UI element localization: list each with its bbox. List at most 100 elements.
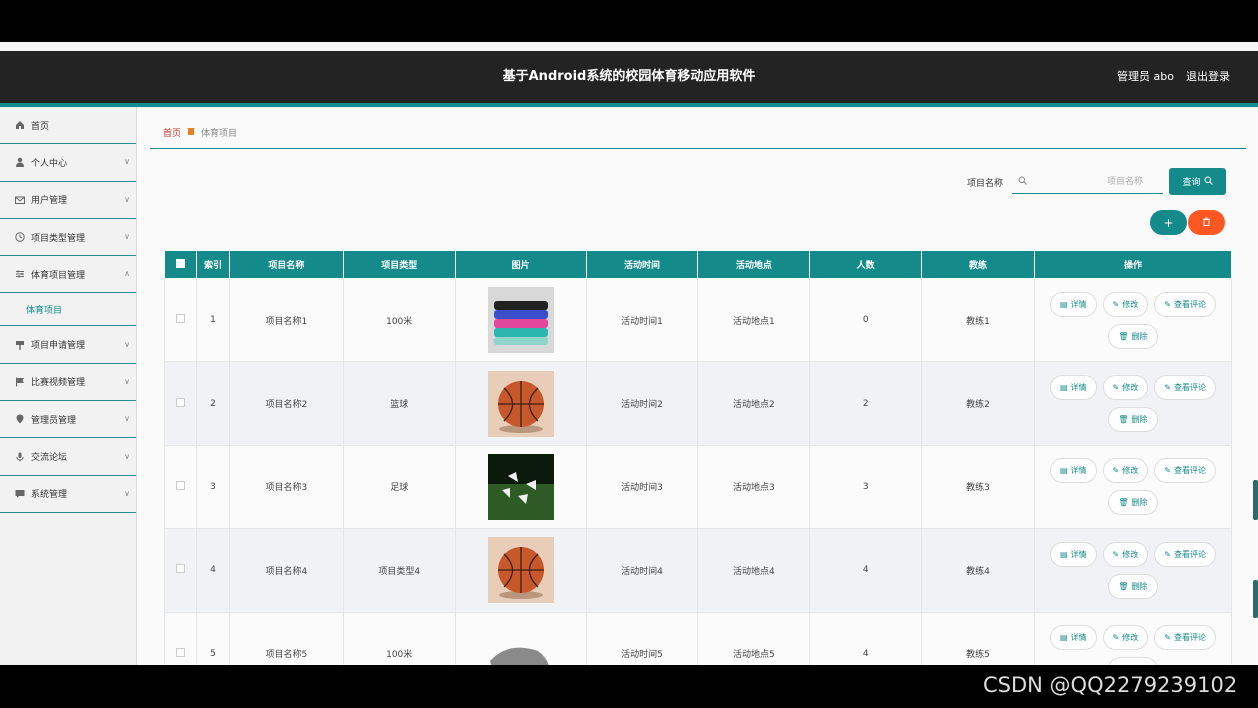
detail-button[interactable]: ▤ 详情	[1049, 458, 1097, 484]
sidebar-item-project-types[interactable]: 项目类型管理 ∨	[0, 219, 136, 257]
cell-time: 活动时间4	[585, 528, 699, 613]
delete-button[interactable]: 🗑删除	[1108, 323, 1158, 349]
col-header: 活动时间	[585, 250, 699, 279]
app-header: 基于Android系统的校园体育移动应用软件 管理员 abo 退出登录	[0, 51, 1258, 103]
edit-button[interactable]: ✎ 修改	[1102, 541, 1149, 567]
row-checkbox[interactable]	[175, 647, 185, 657]
project-image	[487, 287, 554, 354]
table-row: 2 项目名称2 篮球 活动时间2 活动地点2 2 教练2 ▤ 详情 ✎ 修改 ✎ 查看评论 🗑 删除	[164, 361, 1233, 446]
main-content: 首页 体育项目 项目名称 查询 + 索引 项目名称 项目类型 图片 活动时间 活…	[137, 107, 1258, 665]
view-comments-button[interactable]: ✎ 查看评论	[1154, 458, 1216, 484]
clock-icon	[15, 232, 25, 242]
cell-count: 3	[809, 444, 923, 530]
row-checkbox[interactable]	[175, 397, 185, 407]
pencil-icon: ✎	[1164, 299, 1171, 309]
comments-label: 查看评论	[1173, 633, 1206, 643]
pin-icon	[15, 414, 25, 424]
project-image	[487, 620, 554, 665]
batch-delete-button[interactable]	[1188, 210, 1225, 235]
sidebar-item-sports-projects[interactable]: 体育项目管理 ∧	[0, 256, 136, 294]
cell-index: 1	[195, 277, 230, 363]
mail-icon	[15, 195, 25, 205]
chevron-down-icon: ∨	[124, 157, 130, 167]
detail-button[interactable]: ▤ 详情	[1049, 291, 1097, 317]
cell-actions: ▤详情✎修改✎查看评论 🗑删除	[1033, 528, 1233, 613]
sidebar-item-personal[interactable]: 个人中心 ∨	[0, 144, 136, 182]
cell-index: 5	[195, 611, 230, 665]
breadcrumb-home[interactable]: 首页	[163, 126, 181, 139]
cell-name: 项目名称3	[228, 444, 344, 530]
cell-name: 项目名称2	[228, 361, 344, 446]
query-button[interactable]: 查询	[1169, 168, 1226, 195]
sidebar-item-videos[interactable]: 比赛视频管理 ∨	[0, 364, 136, 402]
edit-button[interactable]: ✎ 修改	[1102, 375, 1149, 401]
home-icon	[15, 120, 25, 130]
view-comments-button[interactable]: ✎ 查看评论	[1154, 625, 1216, 651]
row-checkbox[interactable]	[175, 564, 185, 574]
document-icon: ▤	[1059, 299, 1068, 309]
delete-button[interactable]: 🗑删除	[1108, 407, 1158, 433]
cell-coach: 教练2	[921, 361, 1035, 446]
chevron-down-icon: ∨	[124, 488, 130, 498]
cell-time: 活动时间5	[585, 611, 699, 665]
sidebar-item-home[interactable]: 首页	[0, 107, 136, 145]
sidebar-item-forum[interactable]: 交流论坛 ∨	[0, 438, 136, 476]
row-checkbox[interactable]	[175, 480, 185, 490]
delete-button[interactable]: 🗑删除	[1108, 490, 1158, 516]
cell-image	[454, 611, 587, 665]
detail-button[interactable]: ▤ 详情	[1049, 375, 1097, 401]
project-image	[487, 453, 554, 520]
detail-button[interactable]: ▤ 详情	[1049, 541, 1097, 567]
chevron-down-icon: ∨	[124, 339, 130, 349]
sidebar-item-label: 用户管理	[31, 196, 68, 207]
search-input[interactable]	[1032, 173, 1157, 191]
detail-button[interactable]: ▤ 详情	[1049, 625, 1097, 651]
view-comments-button[interactable]: ✎ 查看评论	[1154, 541, 1216, 567]
delete-button[interactable]: 🗑删除	[1108, 573, 1158, 599]
add-button[interactable]: +	[1150, 210, 1187, 235]
top-strip	[0, 42, 1258, 51]
comments-label: 查看评论	[1173, 466, 1206, 476]
sidebar-subitem-sports-project[interactable]: 体育项目	[0, 293, 136, 327]
cell-count: 4	[809, 611, 923, 665]
select-all-checkbox[interactable]	[175, 258, 185, 268]
sidebar-item-admins[interactable]: 管理员管理 ∨	[0, 401, 136, 439]
row-select-cell	[164, 611, 197, 665]
trash-icon: 🗑	[1118, 581, 1129, 591]
edit-label: 修改	[1122, 466, 1139, 476]
view-comments-button[interactable]: ✎ 查看评论	[1154, 375, 1216, 401]
sidebar-item-system[interactable]: 系统管理 ∨	[0, 476, 136, 513]
edit-button[interactable]: ✎ 修改	[1102, 625, 1149, 651]
delete-label: 删除	[1131, 498, 1148, 508]
row-select-cell	[164, 361, 197, 446]
cell-type: 100米	[342, 277, 456, 363]
edit-button[interactable]: ✎ 修改	[1102, 291, 1149, 317]
pencil-icon: ✎	[1112, 466, 1120, 476]
cell-place: 活动地点1	[697, 277, 811, 363]
cell-actions: ▤详情✎修改✎查看评论 🗑删除	[1033, 361, 1233, 446]
detail-label: 详情	[1070, 383, 1087, 393]
scrollbar-thumb[interactable]	[1253, 580, 1258, 618]
edit-button[interactable]: ✎ 修改	[1102, 458, 1149, 484]
sidebar-item-applications[interactable]: 项目申请管理 ∨	[0, 326, 136, 364]
detail-label: 详情	[1070, 633, 1087, 643]
trash-icon: 🗑	[1118, 415, 1129, 425]
delete-button[interactable]: 🗑删除	[1108, 657, 1158, 665]
pencil-icon: ✎	[1164, 633, 1171, 643]
row-checkbox[interactable]	[175, 314, 185, 324]
sidebar-item-label: 项目申请管理	[31, 341, 86, 352]
admin-label: 管理员 abo	[1117, 70, 1174, 83]
breadcrumb: 首页 体育项目	[163, 126, 237, 139]
cell-count: 0	[809, 277, 923, 363]
sidebar-item-users[interactable]: 用户管理 ∨	[0, 182, 136, 219]
view-comments-button[interactable]: ✎ 查看评论	[1154, 291, 1216, 317]
row-actions: ▤详情✎修改✎查看评论 🗑删除	[1043, 541, 1223, 599]
pencil-icon: ✎	[1164, 466, 1171, 476]
scrollbar-thumb[interactable]	[1253, 480, 1258, 520]
detail-label: 详情	[1070, 466, 1087, 476]
cell-image	[454, 444, 587, 530]
project-image	[487, 370, 554, 437]
comments-label: 查看评论	[1173, 383, 1206, 393]
trash-icon: 🗑	[1118, 498, 1129, 508]
logout-link[interactable]: 退出登录	[1186, 51, 1230, 103]
